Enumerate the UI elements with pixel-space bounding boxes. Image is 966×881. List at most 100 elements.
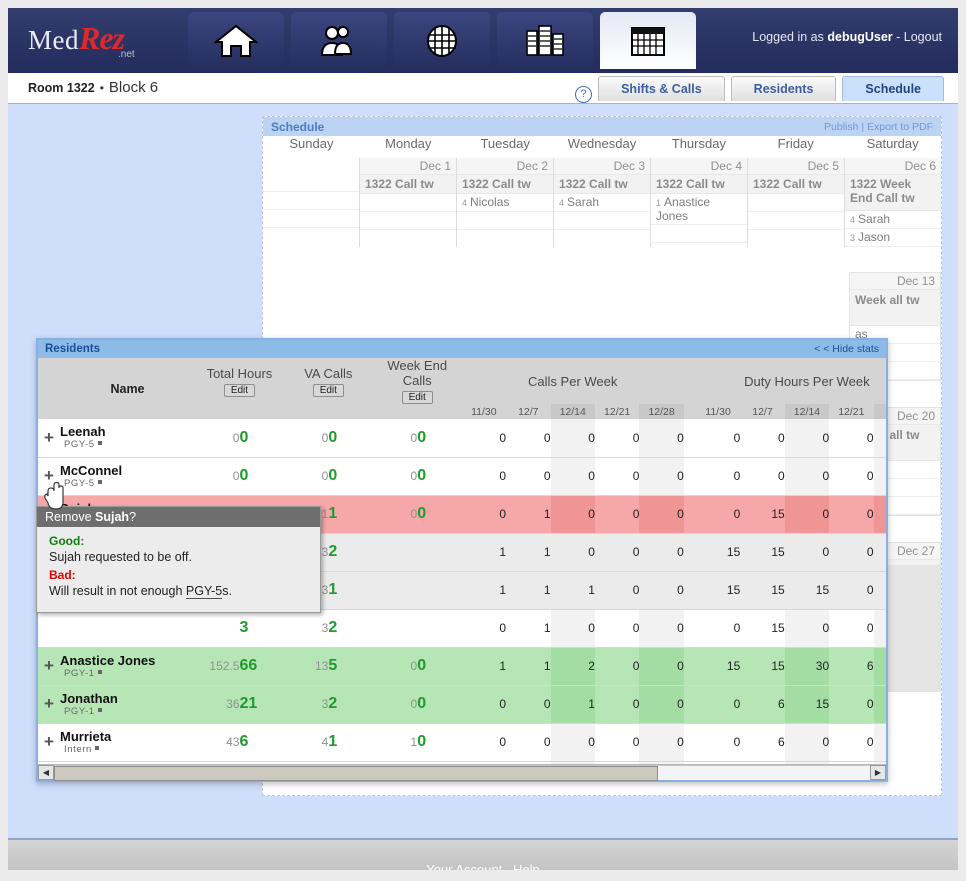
shift-label: Week all tw	[850, 290, 940, 326]
scrollbar-thumb[interactable]	[54, 766, 658, 781]
assignment-row[interactable]: 4 Sarah	[845, 211, 941, 229]
table-row[interactable]: + Leenah PGY-5 0 0 0 0 0 0 0 0 0 0 0 0 0 0 0	[38, 419, 886, 458]
resident-name-cell[interactable]: Anastice Jones PGY-1	[60, 647, 195, 686]
table-row[interactable]: + Murrieta Intern 43 6 4 1 1 0 0 0 0 0 0 0 6 0 0	[38, 723, 886, 762]
calendar-cell-sunday-empty[interactable]	[263, 158, 360, 247]
assignment-row[interactable]: 1 Anastice Jones	[651, 194, 747, 225]
calls-week-4: 0	[594, 609, 640, 648]
nav-tab-globe[interactable]	[394, 12, 490, 69]
table-row[interactable]: 3 3 2 0 1 0 0 0 0 15 0 0	[38, 609, 886, 648]
calls-week-5: 0	[639, 647, 684, 686]
medrez-logo[interactable]: MedRez.net	[28, 20, 141, 60]
add-resident-icon[interactable]: +	[38, 723, 60, 762]
duty-week-date-1: 11/30	[705, 405, 731, 418]
calls-week-3: 1	[550, 571, 595, 610]
horizontal-scrollbar[interactable]: ◀ ▶	[38, 764, 886, 781]
edit-total-hours-button[interactable]: Edit	[223, 383, 256, 397]
table-row[interactable]: + Jonathan PGY-1 36 21 3 2 0 0 0 0 1 0 0 0 6 15 0	[38, 685, 886, 724]
scrollbar-track[interactable]	[54, 765, 870, 781]
va-calls-value: 0	[328, 419, 373, 458]
tab-residents[interactable]: Residents	[730, 76, 837, 101]
calls-week-2: 1	[506, 609, 551, 648]
duty-week-3: 15	[784, 685, 830, 724]
day-number: Dec 13	[850, 273, 940, 290]
add-resident-icon[interactable]: +	[38, 685, 60, 724]
va-calls-raw: 4	[283, 723, 329, 762]
resident-name-cell[interactable]: Jonathan PGY-1	[60, 685, 195, 724]
duty-week-3: 0	[784, 723, 830, 762]
export-pdf-link[interactable]: Export to PDF	[867, 121, 933, 133]
duty-week-1: 15	[695, 571, 741, 610]
help-link[interactable]: Help	[513, 862, 540, 870]
assignment-number: 1	[656, 198, 662, 208]
login-info: Logged in as debugUser - Logout	[752, 30, 942, 44]
tooltip-bad-text-link[interactable]: PGY-5	[185, 584, 223, 599]
people-icon	[317, 23, 361, 59]
calls-week-1: 0	[461, 723, 507, 762]
tab-shifts-and-calls[interactable]: Shifts & Calls	[598, 76, 725, 101]
calendar-cell-dec-3[interactable]: Dec 3 1322 Call tw 4 Sarah	[554, 158, 651, 247]
resident-name-cell[interactable]: Leenah PGY-5	[60, 419, 195, 458]
duty-week-4: 0	[829, 685, 874, 724]
column-header-va-calls-label: VA Calls	[304, 365, 353, 381]
tooltip-bad-label: Bad:	[49, 568, 76, 582]
nav-tab-home[interactable]	[188, 12, 284, 69]
table-row[interactable]: + McConnel PGY-5 0 0 0 0 0 0 0 0 0 0 0 0 0 0 0	[38, 457, 886, 496]
total-hours-raw: 152.5	[195, 647, 240, 686]
resident-name-cell[interactable]: McConnel PGY-5	[60, 457, 195, 496]
status-dot	[97, 707, 102, 712]
duty-week-5	[873, 647, 886, 686]
calls-week-1: 0	[461, 457, 507, 496]
weekday-saturday: Saturday	[866, 136, 919, 151]
week-end-calls-value: 0	[417, 495, 462, 534]
help-icon[interactable]: ?	[575, 86, 592, 103]
table-row[interactable]: + Anastice Jones PGY-1 152.5 66 13 5 0 0 1 1 2 0 0 15 1…	[38, 647, 886, 686]
calls-week-3: 0	[550, 495, 595, 534]
calls-week-2: 0	[506, 419, 551, 458]
edit-va-calls-button[interactable]: Edit	[312, 383, 344, 397]
duty-week-date-4: 12/21	[838, 405, 865, 418]
duty-week-1: 15	[695, 647, 741, 686]
publish-link[interactable]: Publish	[824, 121, 858, 133]
row-toggle-icon[interactable]	[38, 609, 60, 648]
duty-week-2: 15	[740, 533, 785, 572]
calendar-cell-dec-5[interactable]: Dec 5 1322 Call tw	[748, 158, 845, 247]
scroll-right-arrow-icon[interactable]: ▶	[870, 765, 886, 780]
scroll-left-arrow-icon[interactable]: ◀	[38, 765, 54, 780]
logout-link[interactable]: Logout	[904, 30, 942, 44]
calendar-cell-dec-4[interactable]: Dec 4 1322 Call tw 1 Anastice Jones	[651, 158, 748, 247]
assignment-row[interactable]: 3 Jason	[845, 229, 941, 247]
assignment-row[interactable]: 4 Nicolas	[457, 194, 553, 212]
schedule-actions: Publish | Export to PDF	[824, 121, 933, 133]
resident-name-cell[interactable]: Murrieta Intern	[60, 723, 195, 762]
total-hours-value: 3	[239, 609, 284, 648]
edit-week-end-calls-button[interactable]: Edit	[401, 391, 433, 404]
duty-week-3: 15	[784, 571, 830, 610]
calendar-cell-dec-2[interactable]: Dec 2 1322 Call tw 4 Nicolas	[457, 158, 554, 247]
day-number: Dec 4	[651, 158, 747, 175]
week-end-calls-value	[417, 571, 462, 610]
add-resident-icon[interactable]: +	[38, 419, 60, 458]
calendar-cell-dec-6[interactable]: Dec 6 1322 Week End Call tw 4 Sarah 3 Jaso…	[845, 158, 941, 247]
your-account-link[interactable]: Your Account	[426, 862, 502, 870]
weekday-thursday: Thursday	[671, 136, 726, 151]
shift-label: 1322 Call tw	[651, 175, 747, 194]
resident-name-cell[interactable]	[60, 609, 195, 648]
nav-tab-buildings[interactable]	[497, 12, 593, 69]
calls-week-1: 1	[461, 647, 507, 686]
duty-week-5	[873, 685, 886, 724]
tooltip-bad-text-post: s.	[222, 584, 232, 598]
duty-week-4: 0	[829, 609, 874, 648]
tooltip-good-label: Good:	[49, 534, 85, 548]
assignment-row[interactable]: 4 Sarah	[554, 194, 650, 212]
nav-tab-people[interactable]	[291, 12, 387, 69]
calendar-icon	[627, 23, 669, 59]
calls-week-2: 1	[506, 533, 551, 572]
tab-schedule[interactable]: Schedule	[842, 76, 944, 101]
calendar-cell-dec-1[interactable]: Dec 1 1322 Call tw	[360, 158, 457, 247]
week-end-calls-raw	[372, 533, 418, 572]
buildings-icon	[523, 23, 567, 59]
add-resident-icon[interactable]: +	[38, 647, 60, 686]
nav-tab-calendar[interactable]	[600, 12, 696, 69]
hide-stats-link[interactable]: < < Hide stats	[814, 343, 879, 355]
